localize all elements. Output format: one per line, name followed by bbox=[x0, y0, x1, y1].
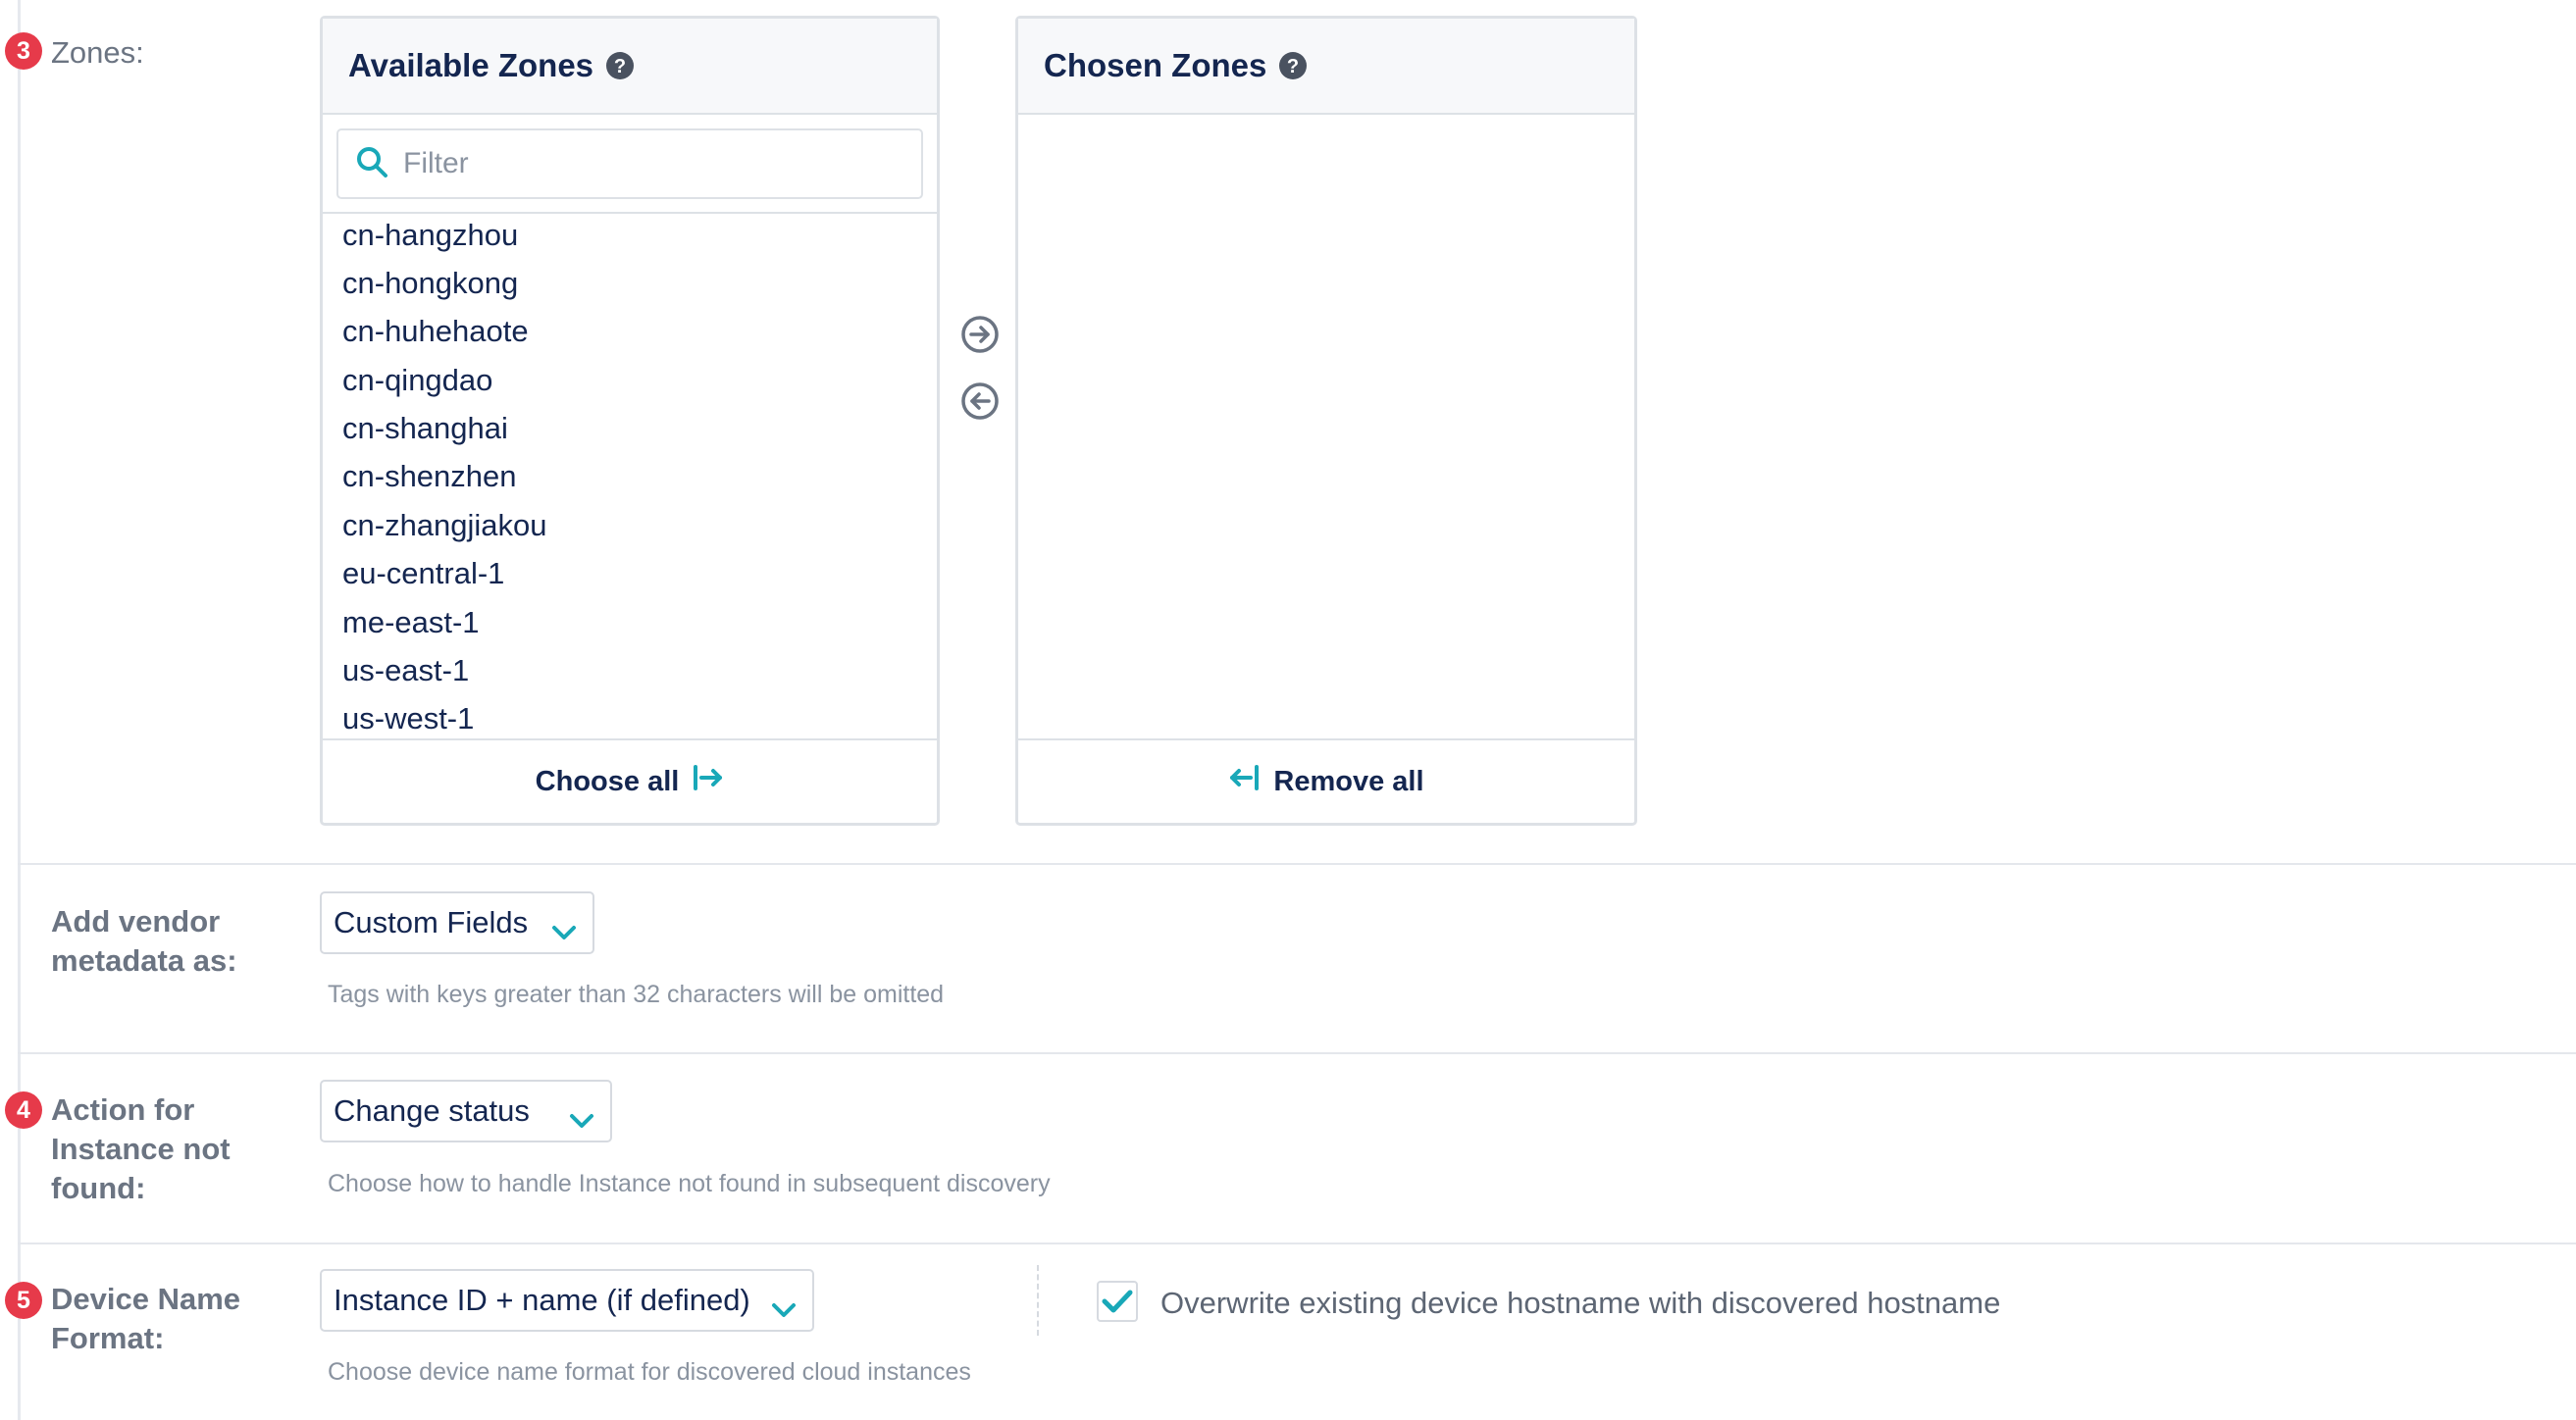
list-item[interactable]: cn-shanghai bbox=[342, 409, 508, 448]
instance-not-found-helper: Choose how to handle Instance not found … bbox=[328, 1170, 1051, 1197]
vendor-metadata-helper: Tags with keys greater than 32 character… bbox=[328, 981, 945, 1008]
choose-all-button[interactable]: Choose all bbox=[536, 764, 725, 799]
chosen-zones-panel: Chosen Zones ? Remove all bbox=[1015, 16, 1637, 826]
vertical-divider bbox=[1037, 1265, 1039, 1336]
step-badge-4: 4 bbox=[5, 1091, 42, 1129]
overwrite-hostname-label[interactable]: Overwrite existing device hostname with … bbox=[1160, 1286, 2000, 1321]
device-name-format-select[interactable]: Instance ID + name (if defined) bbox=[320, 1269, 814, 1332]
filter-input[interactable] bbox=[403, 147, 857, 180]
left-rule bbox=[18, 0, 21, 1420]
list-item[interactable]: cn-shenzhen bbox=[342, 457, 517, 496]
divider bbox=[18, 1052, 2576, 1054]
list-item[interactable]: me-east-1 bbox=[342, 603, 480, 642]
arrow-left-circle-icon bbox=[961, 382, 999, 420]
move-left-button[interactable] bbox=[960, 381, 1000, 421]
device-name-format-label: Device Name Format: bbox=[51, 1280, 240, 1358]
available-zones-footer: Choose all bbox=[323, 738, 937, 823]
chosen-zones-title: Chosen Zones bbox=[1044, 47, 1267, 83]
available-zones-panel: Available Zones ? cn-hangzhou cn-hongkon… bbox=[320, 16, 940, 826]
svg-text:?: ? bbox=[614, 56, 626, 77]
instance-not-found-label-line1: Action for bbox=[51, 1092, 195, 1127]
vendor-metadata-label-line2: metadata as: bbox=[51, 943, 237, 978]
vendor-metadata-value: Custom Fields bbox=[334, 905, 529, 939]
divider bbox=[18, 863, 2576, 865]
help-icon[interactable]: ? bbox=[1278, 51, 1308, 80]
search-icon bbox=[354, 144, 389, 184]
list-item[interactable]: cn-huhehaote bbox=[342, 312, 529, 351]
choose-all-label: Choose all bbox=[535, 765, 680, 797]
vendor-metadata-label: Add vendor metadata as: bbox=[51, 902, 237, 981]
arrow-left-bar-icon bbox=[1228, 764, 1260, 799]
device-name-format-value: Instance ID + name (if defined) bbox=[334, 1283, 750, 1317]
instance-not-found-value: Change status bbox=[334, 1093, 530, 1128]
step-badge-5: 5 bbox=[5, 1282, 42, 1319]
divider bbox=[18, 1242, 2576, 1244]
zones-label: Zones: bbox=[51, 35, 144, 70]
vendor-metadata-label-line1: Add vendor bbox=[51, 904, 221, 938]
available-zones-list: cn-hangzhou cn-hongkong cn-huhehaote cn-… bbox=[323, 212, 937, 747]
vendor-metadata-select[interactable]: Custom Fields bbox=[320, 891, 594, 954]
device-name-format-label-line2: Format: bbox=[51, 1321, 165, 1355]
chevron-down-icon bbox=[551, 914, 577, 939]
remove-all-label: Remove all bbox=[1273, 765, 1424, 797]
available-zones-header: Available Zones ? bbox=[323, 19, 937, 115]
svg-text:?: ? bbox=[1287, 56, 1299, 77]
chosen-zones-list[interactable] bbox=[1018, 115, 1634, 738]
chevron-down-icon bbox=[569, 1102, 594, 1128]
instance-not-found-label-line3: found: bbox=[51, 1171, 146, 1205]
list-item[interactable]: cn-hangzhou bbox=[342, 216, 518, 255]
arrow-right-circle-icon bbox=[961, 316, 999, 353]
help-icon[interactable]: ? bbox=[605, 51, 635, 80]
device-name-format-label-line1: Device Name bbox=[51, 1282, 241, 1316]
chevron-down-icon bbox=[771, 1292, 797, 1317]
available-zones-title: Available Zones bbox=[348, 47, 594, 83]
list-item[interactable]: cn-hongkong bbox=[342, 264, 518, 303]
list-item[interactable]: cn-qingdao bbox=[342, 361, 492, 400]
arrow-right-bar-icon bbox=[693, 764, 724, 799]
checkmark-icon bbox=[1102, 1290, 1133, 1313]
instance-not-found-select[interactable]: Change status bbox=[320, 1080, 612, 1142]
list-item[interactable]: us-west-1 bbox=[342, 699, 474, 738]
overwrite-hostname-checkbox[interactable] bbox=[1097, 1281, 1138, 1322]
step-badge-3: 3 bbox=[5, 32, 42, 70]
filter-box bbox=[336, 128, 923, 199]
remove-all-button[interactable]: Remove all bbox=[1228, 764, 1424, 799]
move-right-button[interactable] bbox=[960, 315, 1000, 354]
instance-not-found-label-line2: Instance not bbox=[51, 1132, 231, 1166]
device-name-format-helper: Choose device name format for discovered… bbox=[328, 1358, 971, 1386]
chosen-zones-footer: Remove all bbox=[1018, 738, 1634, 823]
instance-not-found-label: Action for Instance not found: bbox=[51, 1090, 231, 1208]
list-item[interactable]: eu-central-1 bbox=[342, 554, 504, 593]
chosen-zones-header: Chosen Zones ? bbox=[1018, 19, 1634, 115]
list-item[interactable]: cn-zhangjiakou bbox=[342, 506, 547, 545]
list-item[interactable]: us-east-1 bbox=[342, 651, 469, 690]
